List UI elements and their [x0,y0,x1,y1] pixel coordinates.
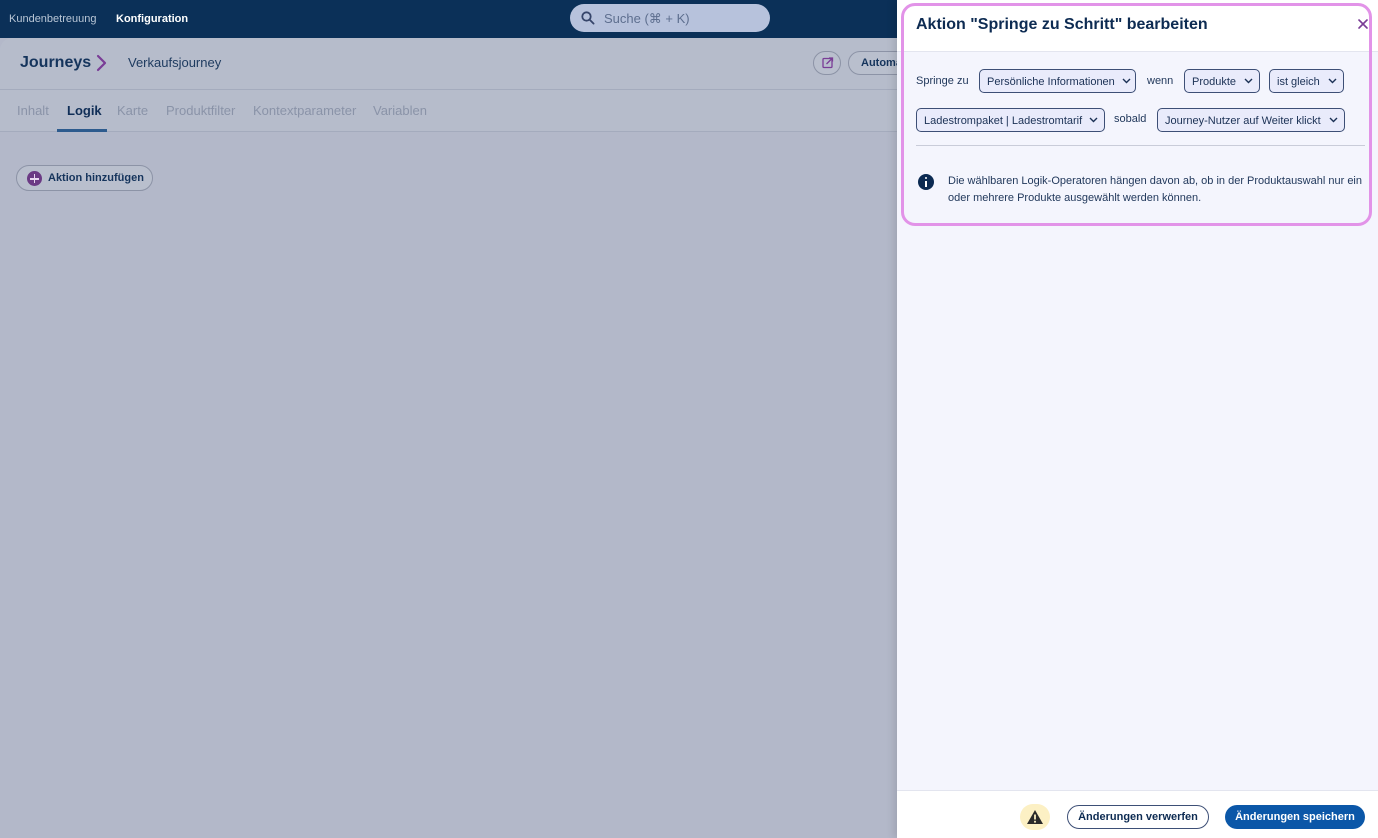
chevron-down-icon [1244,78,1253,84]
product-value: Ladestrompaket | Ladestromtarif [924,115,1083,127]
chevron-right-icon [96,54,107,72]
chevron-down-icon [1122,78,1131,84]
search-placeholder: Suche (⌘ + K) [604,11,690,26]
active-tab-indicator [57,129,107,132]
operator-select[interactable]: ist gleich [1269,69,1344,93]
nav-link-konfiguration[interactable]: Konfiguration [116,13,188,25]
label-sobald: sobald [1114,113,1147,125]
info-message: Die wählbaren Logik-Operatoren hängen da… [948,175,1362,204]
close-icon[interactable] [1356,17,1370,31]
label-springe-zu: Springe zu [916,75,969,87]
tab-produktfilter[interactable]: Produktfilter [166,103,235,118]
breadcrumb-journeys[interactable]: Journeys [20,54,91,72]
tab-karte[interactable]: Karte [117,103,148,118]
operator-value: ist gleich [1277,76,1320,88]
search-icon [581,11,595,25]
plus-icon [27,171,42,186]
tab-kontextparameter[interactable]: Kontextparameter [253,103,356,118]
panel-footer: Änderungen verwerfen Änderungen speicher… [897,790,1378,838]
jump-to-step-select[interactable]: Persönliche Informationen [979,69,1136,93]
info-icon [918,174,934,190]
warning-badge [1020,804,1050,830]
chevron-down-icon [1089,117,1098,123]
breadcrumb-current-page: Verkaufsjourney [128,55,222,70]
condition-field-select[interactable]: Produkte [1184,69,1260,93]
panel-divider [916,145,1365,146]
search-input[interactable]: Suche (⌘ + K) [570,4,770,32]
panel-title: Aktion "Springe zu Schritt" bearbeiten [916,16,1208,33]
discard-changes-button[interactable]: Änderungen verwerfen [1067,805,1209,829]
label-wenn: wenn [1147,75,1174,87]
save-changes-button[interactable]: Änderungen speichern [1225,805,1365,829]
warning-icon [1027,810,1043,824]
product-select[interactable]: Ladestrompaket | Ladestromtarif [916,108,1105,132]
tab-inhalt[interactable]: Inhalt [17,103,49,118]
chevron-down-icon [1328,78,1337,84]
tab-variablen[interactable]: Variablen [373,103,427,118]
tab-logik[interactable]: Logik [67,103,102,118]
external-link-icon [822,57,834,69]
nav-link-kundenbetreuung[interactable]: Kundenbetreuung [9,13,96,25]
trigger-value: Journey-Nutzer auf Weiter klickt [1165,115,1321,127]
chevron-down-icon [1329,117,1338,123]
panel-header: Aktion "Springe zu Schritt" bearbeiten [897,0,1378,52]
automation-button-label: Automa [861,57,902,69]
open-external-button[interactable] [813,51,841,75]
add-action-button[interactable]: Aktion hinzufügen [16,165,153,191]
jump-to-step-value: Persönliche Informationen [987,76,1115,88]
condition-field-value: Produkte [1192,76,1237,88]
add-action-label: Aktion hinzufügen [48,172,144,184]
trigger-select[interactable]: Journey-Nutzer auf Weiter klickt [1157,108,1345,132]
edit-action-panel: Aktion "Springe zu Schritt" bearbeiten S… [897,0,1378,838]
